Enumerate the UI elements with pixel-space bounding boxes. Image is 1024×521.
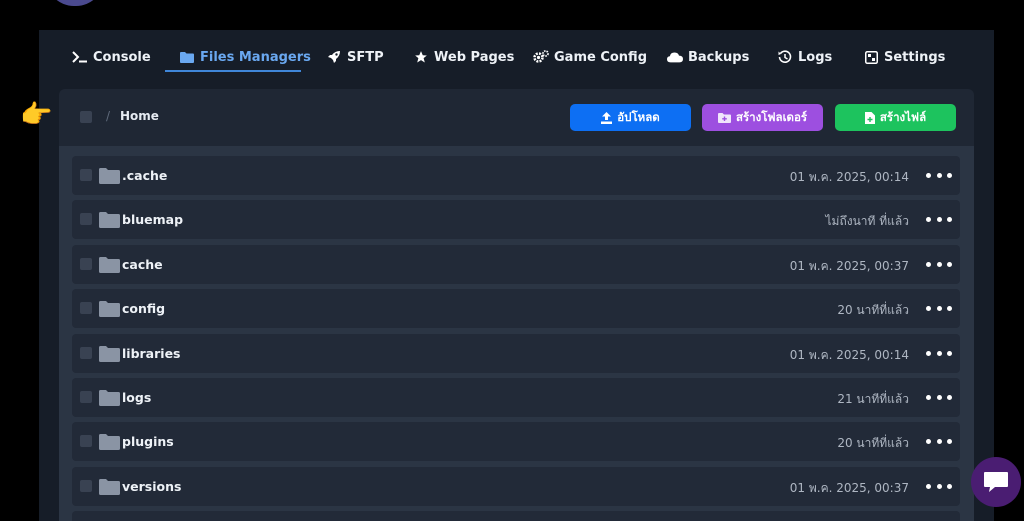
upload-button[interactable]: อัปโหลด bbox=[570, 104, 691, 131]
new-file-button[interactable]: สร้างไฟล์ bbox=[835, 104, 956, 131]
more-options-icon[interactable] bbox=[926, 344, 952, 362]
more-options-icon[interactable] bbox=[926, 299, 952, 317]
table-row[interactable]: config 20 นาทีที่แล้ว bbox=[72, 289, 960, 328]
more-options-icon[interactable] bbox=[926, 255, 952, 273]
table-row[interactable]: logs 21 นาทีที่แล้ว bbox=[72, 378, 960, 417]
row-checkbox[interactable] bbox=[80, 391, 92, 403]
settings-icon bbox=[863, 50, 879, 64]
upload-label: อัปโหลด bbox=[617, 109, 660, 124]
file-name: versions bbox=[122, 479, 182, 494]
file-name: libraries bbox=[122, 346, 181, 361]
file-name: cache bbox=[122, 257, 163, 272]
file-modified: ไม่ถึงนาที ที่แล้ว bbox=[825, 214, 909, 228]
folder-icon bbox=[99, 479, 120, 495]
file-modified: 20 นาทีที่แล้ว bbox=[837, 436, 909, 450]
row-checkbox[interactable] bbox=[80, 302, 92, 314]
tab-backups[interactable]: Backups bbox=[667, 44, 749, 70]
folder-icon bbox=[99, 346, 120, 362]
chat-bubble-icon bbox=[983, 470, 1009, 494]
tab-settings[interactable]: Settings bbox=[863, 44, 945, 70]
row-checkbox[interactable] bbox=[80, 347, 92, 359]
file-modified: 01 พ.ค. 2025, 00:37 bbox=[789, 259, 909, 273]
tab-label: Files Managers bbox=[200, 49, 311, 65]
tab-label: SFTP bbox=[347, 49, 384, 65]
tab-label: Settings bbox=[884, 49, 946, 65]
tab-label: Game Config bbox=[554, 49, 647, 65]
file-manager-card: / Home อัปโหลด สร้างโฟลเดอร์ สร้างไฟล์ .… bbox=[59, 89, 974, 521]
more-options-icon[interactable] bbox=[926, 477, 952, 495]
folder-icon bbox=[99, 257, 120, 273]
file-modified: 01 พ.ค. 2025, 00:14 bbox=[789, 348, 909, 362]
chat-button[interactable] bbox=[971, 457, 1021, 507]
file-list: .cache 01 พ.ค. 2025, 00:14 bluemap ไม่ถึ… bbox=[59, 146, 974, 521]
tab-label: Logs bbox=[798, 49, 833, 65]
folder-plus-icon bbox=[717, 112, 731, 123]
file-name: config bbox=[122, 301, 166, 316]
tab-sftp[interactable]: SFTP bbox=[326, 44, 384, 70]
file-modified: 21 นาทีที่แล้ว bbox=[837, 392, 909, 406]
select-all-checkbox[interactable] bbox=[80, 111, 92, 123]
more-options-icon[interactable] bbox=[926, 210, 952, 228]
star-icon bbox=[413, 50, 429, 64]
more-options-icon[interactable] bbox=[926, 432, 952, 450]
table-row[interactable] bbox=[72, 511, 960, 521]
breadcrumb-home[interactable]: Home bbox=[120, 109, 159, 123]
history-icon bbox=[777, 50, 793, 64]
tab-console[interactable]: Console bbox=[72, 44, 151, 70]
more-options-icon[interactable] bbox=[926, 166, 952, 184]
file-toolbar: / Home อัปโหลด สร้างโฟลเดอร์ สร้างไฟล์ bbox=[59, 89, 974, 146]
table-row[interactable]: .cache 01 พ.ค. 2025, 00:14 bbox=[72, 156, 960, 195]
tab-web-pages[interactable]: Web Pages bbox=[413, 44, 514, 70]
folder-icon bbox=[99, 301, 120, 317]
file-name: .cache bbox=[122, 168, 168, 183]
table-row[interactable]: versions 01 พ.ค. 2025, 00:37 bbox=[72, 467, 960, 506]
tab-logs[interactable]: Logs bbox=[777, 44, 832, 70]
file-plus-icon bbox=[864, 111, 875, 124]
tab-label: Backups bbox=[688, 49, 750, 65]
file-modified: 01 พ.ค. 2025, 00:14 bbox=[789, 170, 909, 184]
row-checkbox[interactable] bbox=[80, 435, 92, 447]
folder-icon bbox=[179, 50, 195, 64]
rocket-icon bbox=[326, 50, 342, 64]
file-name: logs bbox=[122, 390, 152, 405]
nav-tabs: Console Files Managers SFTP Web Pages Ga… bbox=[39, 30, 994, 74]
active-tab-indicator bbox=[165, 70, 301, 72]
more-options-icon[interactable] bbox=[926, 388, 952, 406]
new-file-label: สร้างไฟล์ bbox=[879, 109, 927, 124]
row-checkbox[interactable] bbox=[80, 213, 92, 225]
file-name: plugins bbox=[122, 434, 174, 449]
pointing-hand-icon: 👉 bbox=[20, 100, 53, 130]
tab-game-config[interactable]: Game Config bbox=[533, 44, 647, 70]
row-checkbox[interactable] bbox=[80, 169, 92, 181]
table-row[interactable]: cache 01 พ.ค. 2025, 00:37 bbox=[72, 245, 960, 284]
folder-icon bbox=[99, 434, 120, 450]
folder-icon bbox=[99, 212, 120, 228]
tab-label: Console bbox=[93, 49, 151, 65]
new-folder-button[interactable]: สร้างโฟลเดอร์ bbox=[702, 104, 823, 131]
table-row[interactable]: plugins 20 นาทีที่แล้ว bbox=[72, 422, 960, 461]
file-name: bluemap bbox=[122, 212, 184, 227]
breadcrumb-separator: / bbox=[106, 109, 111, 123]
file-modified: 01 พ.ค. 2025, 00:37 bbox=[789, 481, 909, 495]
upload-icon bbox=[601, 111, 613, 124]
table-row[interactable]: libraries 01 พ.ค. 2025, 00:14 bbox=[72, 334, 960, 373]
cloud-icon bbox=[667, 50, 683, 64]
folder-icon bbox=[99, 390, 120, 406]
folder-icon bbox=[99, 168, 120, 184]
row-checkbox[interactable] bbox=[80, 480, 92, 492]
gears-icon bbox=[533, 50, 549, 64]
tab-files-managers[interactable]: Files Managers bbox=[179, 44, 311, 70]
avatar[interactable] bbox=[46, 0, 104, 6]
file-modified: 20 นาทีที่แล้ว bbox=[837, 303, 909, 317]
new-folder-label: สร้างโฟลเดอร์ bbox=[735, 109, 808, 124]
terminal-icon bbox=[72, 50, 88, 64]
tab-label: Web Pages bbox=[434, 49, 515, 65]
row-checkbox[interactable] bbox=[80, 258, 92, 270]
table-row[interactable]: bluemap ไม่ถึงนาที ที่แล้ว bbox=[72, 200, 960, 239]
